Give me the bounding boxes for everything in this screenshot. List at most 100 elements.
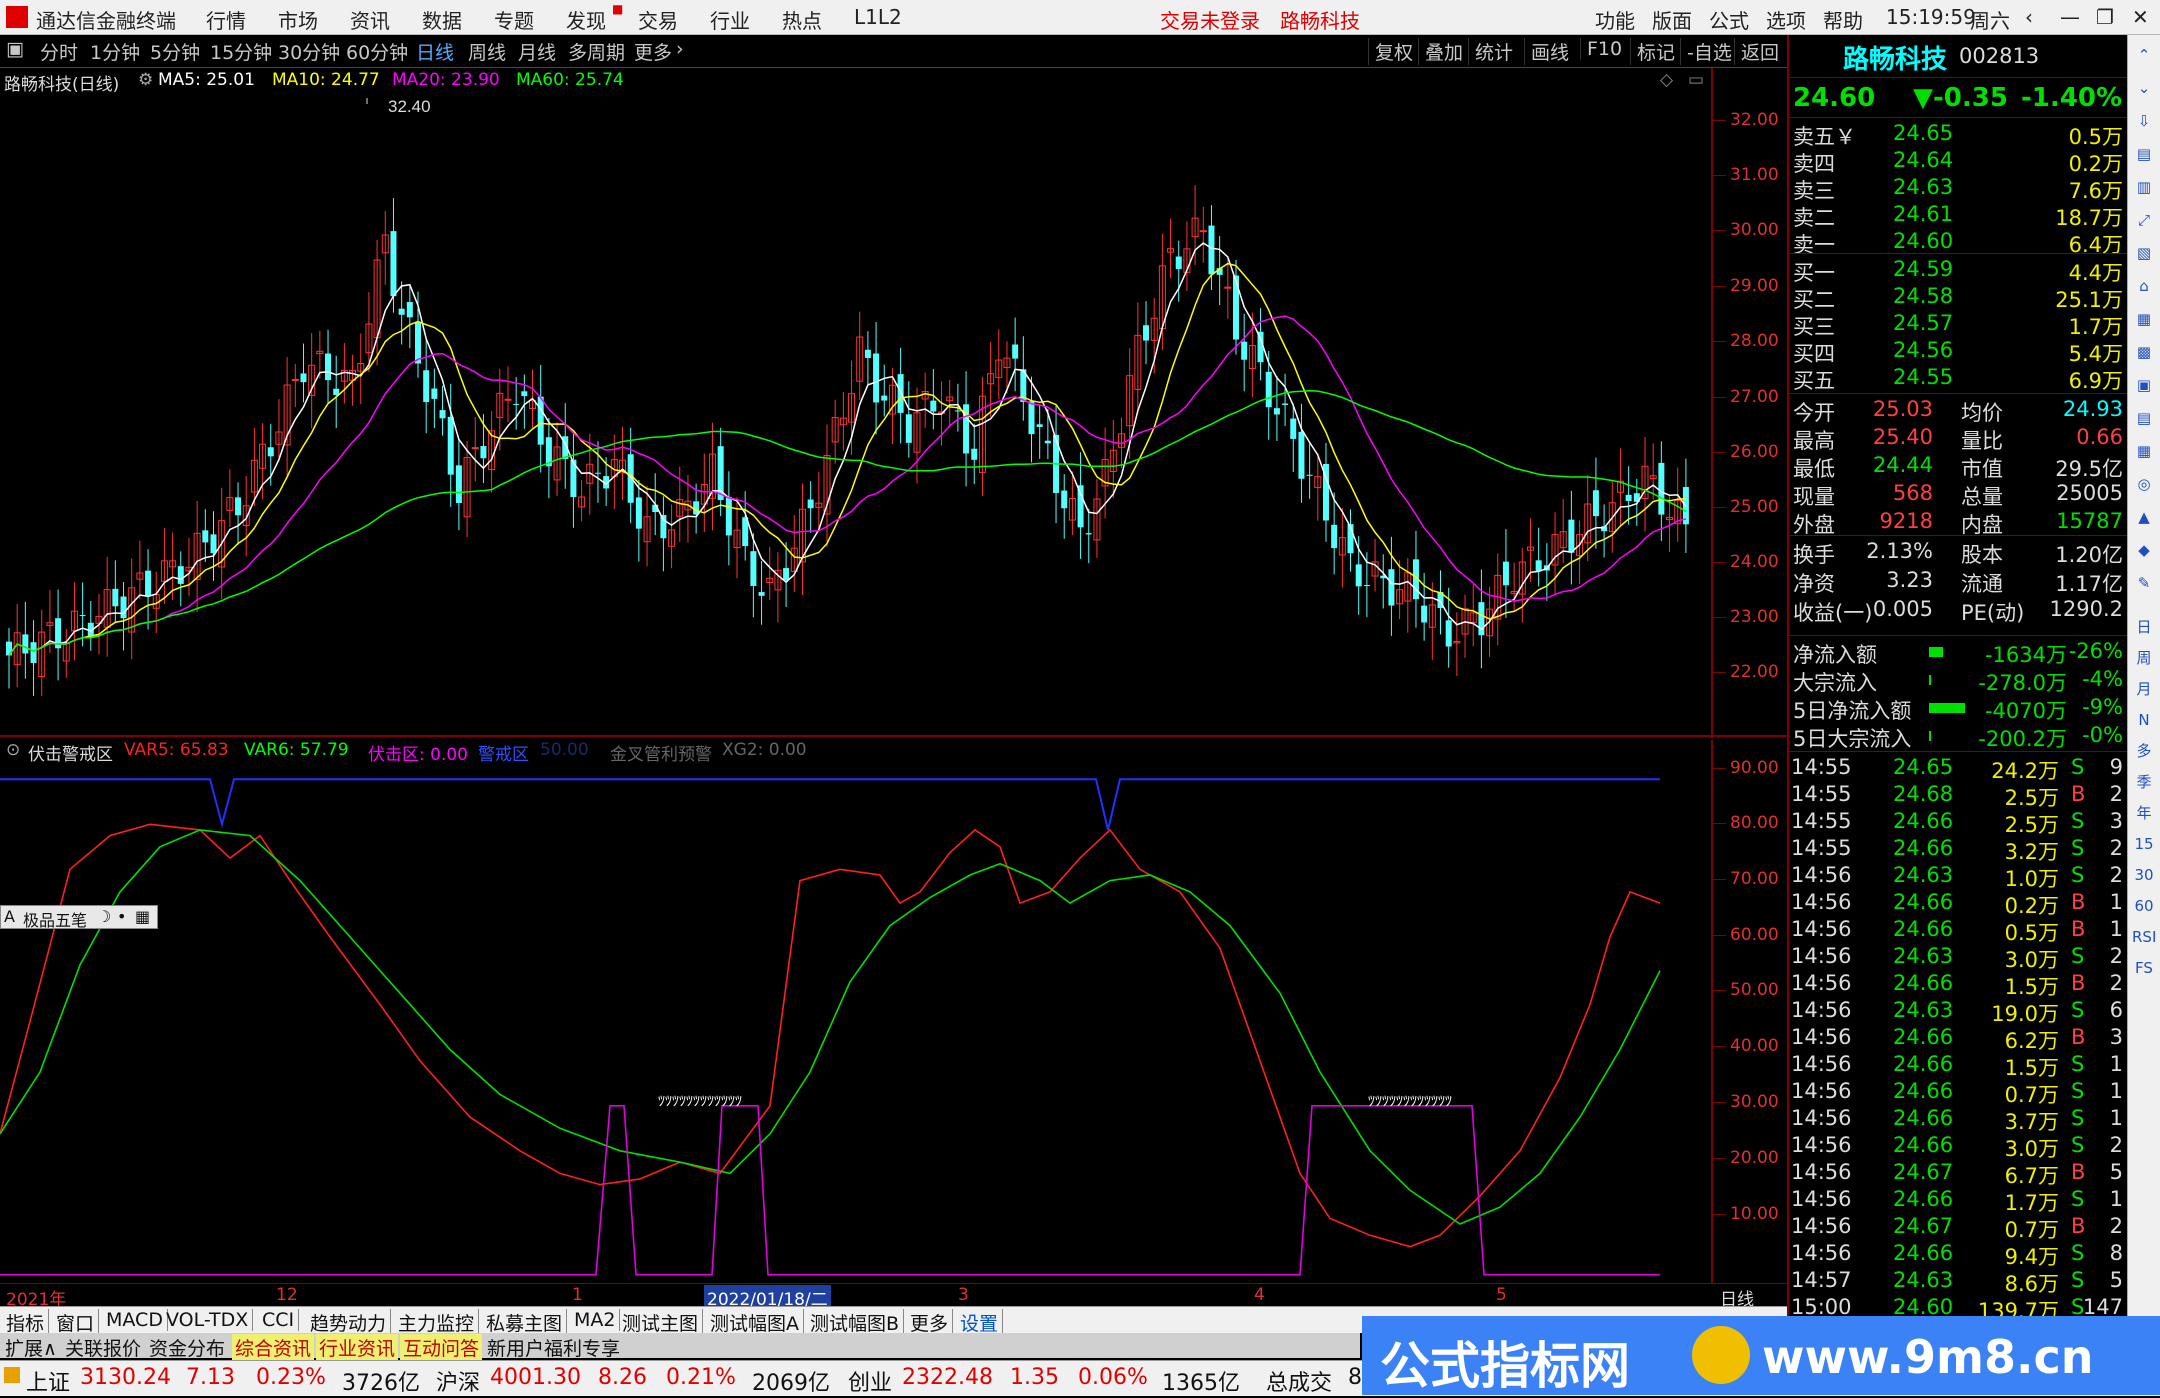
period-30min[interactable]: 30分钟 (278, 38, 340, 65)
menu-xuanxiang[interactable]: 选项 (1766, 5, 1806, 34)
tool-icon[interactable]: ⇩ (2132, 109, 2156, 133)
period-60min[interactable]: 60分钟 (346, 38, 408, 65)
period-monthly[interactable]: 月线 (518, 38, 556, 65)
tool-icon[interactable]: ▤ (2132, 406, 2156, 430)
btn-zixuan[interactable]: -自选 (1680, 38, 1732, 65)
tick-price: 24.63 (1893, 944, 1954, 968)
idx2-name[interactable]: 沪深 (436, 1365, 480, 1397)
info-tab[interactable]: 资金分布 (146, 1334, 228, 1361)
tool-icon[interactable]: ▩ (2132, 340, 2156, 364)
info-tab[interactable]: 行业资讯 (316, 1334, 399, 1361)
menu-gongshi[interactable]: 公式 (1709, 5, 1749, 34)
period-multi[interactable]: 多周期 (568, 38, 625, 65)
idx3-name[interactable]: 创业 (848, 1365, 892, 1397)
trade-login-status[interactable]: 交易未登录 (1160, 5, 1260, 34)
tool-icon[interactable]: ⌄ (2132, 76, 2156, 100)
side-period-btn[interactable]: 周 (2132, 646, 2156, 670)
candlestick-chart[interactable]: 32.40 (0, 68, 1787, 738)
side-period-btn[interactable]: 日 (2132, 615, 2156, 639)
tick-count: 2 (2109, 971, 2123, 995)
alert-icon[interactable] (4, 1367, 20, 1383)
tool-icon[interactable]: ▧ (2132, 241, 2156, 265)
ime-toolbar[interactable]: A 极品五笔 ☽ • ▦ (0, 905, 158, 930)
btn-f10[interactable]: F10 (1580, 38, 1622, 60)
menu-shichang[interactable]: 市场 (278, 5, 318, 34)
tool-icon[interactable]: ✎ (2132, 571, 2156, 595)
tool-icon[interactable]: ▥ (2132, 175, 2156, 199)
period-1min[interactable]: 1分钟 (90, 38, 140, 65)
period-15min[interactable]: 15分钟 (210, 38, 272, 65)
indicator-tab[interactable]: MA2 (570, 1309, 621, 1331)
indicator-tab[interactable]: 测试幅图B (806, 1309, 905, 1336)
tick-count: 2 (2109, 863, 2123, 887)
menu-zixun[interactable]: 资讯 (350, 5, 390, 34)
tool-icon[interactable]: ▦ (2132, 439, 2156, 463)
menu-zhuanti[interactable]: 专题 (494, 5, 534, 34)
btn-tongji[interactable]: 统计 (1468, 38, 1513, 65)
tool-icon[interactable]: ◆ (2132, 538, 2156, 562)
indicator-tab[interactable]: 测试主图 (618, 1309, 704, 1336)
btn-huaxian[interactable]: 画线 (1524, 38, 1569, 65)
info-tab[interactable]: 新用户福利专享 (484, 1334, 623, 1361)
indicator-tab[interactable]: CCI (258, 1309, 300, 1331)
indicator-tab[interactable]: 趋势动力 (306, 1309, 392, 1336)
menu-banmian[interactable]: 版面 (1652, 5, 1692, 34)
indicator-tab[interactable]: 窗口 (52, 1309, 100, 1336)
indicator-tab[interactable]: 私募主图 (482, 1309, 568, 1336)
side-period-btn[interactable]: 月 (2132, 677, 2156, 701)
menu-faxian[interactable]: 发现 (566, 5, 606, 34)
side-period-btn[interactable]: 60 (2132, 894, 2156, 918)
tool-icon[interactable]: ▦ (2132, 307, 2156, 331)
side-period-btn[interactable]: N (2132, 708, 2156, 732)
indicator-tab[interactable]: 测试幅图A (706, 1309, 804, 1336)
indicator-tab[interactable]: 主力监控 (394, 1309, 480, 1336)
idx1-name[interactable]: 上证 (26, 1365, 70, 1397)
indicator-tab[interactable]: VOL-TDX (162, 1309, 254, 1331)
tool-icon[interactable]: ▣ (2132, 373, 2156, 397)
side-period-btn[interactable]: 季 (2132, 770, 2156, 794)
period-5min[interactable]: 5分钟 (150, 38, 200, 65)
side-period-btn[interactable]: RSI (2132, 925, 2156, 949)
menu-redian[interactable]: 热点 (782, 5, 822, 34)
period-daily[interactable]: 日线 (416, 38, 454, 65)
side-period-btn[interactable]: 多 (2132, 739, 2156, 763)
side-period-btn[interactable]: 年 (2132, 801, 2156, 825)
menu-jiaoyi[interactable]: 交易 (638, 5, 678, 34)
tool-icon[interactable]: ▲ (2132, 505, 2156, 529)
tool-icon[interactable]: ⤢ (2132, 208, 2156, 232)
info-tab[interactable]: 互动问答 (400, 1334, 483, 1361)
indicator-chart[interactable]: ﾂﾂﾂﾂﾂﾂﾂﾂﾂﾂﾂﾂ ﾂﾂﾂﾂﾂﾂﾂﾂﾂﾂﾂﾂ (0, 740, 1787, 1285)
indicator-tab[interactable]: 指标 (2, 1309, 50, 1336)
info-tab[interactable]: 扩展∧ (2, 1334, 60, 1361)
menu-shuju[interactable]: 数据 (422, 5, 462, 34)
side-period-btn[interactable]: 15 (2132, 832, 2156, 856)
btn-biaoji[interactable]: 标记 (1630, 38, 1675, 65)
side-period-btn[interactable]: FS (2132, 956, 2156, 980)
minimize-icon[interactable]: — (2060, 5, 2080, 29)
close-icon[interactable]: ✕ (2132, 5, 2149, 29)
tool-icon[interactable]: ▤ (2132, 142, 2156, 166)
btn-diejia[interactable]: 叠加 (1418, 38, 1463, 65)
period-more[interactable]: 更多 (634, 38, 672, 65)
layout-icon[interactable]: ▣ (6, 38, 24, 60)
menu-bangzhu[interactable]: 帮助 (1823, 5, 1863, 34)
btn-fuquan[interactable]: 复权 (1368, 38, 1413, 65)
menu-hangye[interactable]: 行业 (710, 5, 750, 34)
indicator-tab[interactable]: 更多 (906, 1309, 954, 1336)
period-fenshi[interactable]: 分时 (40, 38, 78, 65)
indicator-tab[interactable]: MACD (102, 1309, 168, 1331)
tool-icon[interactable]: ⌂ (2132, 274, 2156, 298)
restore-icon[interactable]: ❐ (2096, 5, 2114, 29)
info-tab[interactable]: 关联报价 (62, 1334, 144, 1361)
tool-icon[interactable]: ⌃ (2132, 43, 2156, 67)
period-weekly[interactable]: 周线 (468, 38, 506, 65)
side-period-btn[interactable]: 30 (2132, 863, 2156, 887)
menu-l1l2[interactable]: L1L2 (854, 5, 902, 29)
indicator-tab[interactable]: 设置 (956, 1309, 1004, 1336)
menu-gongneng[interactable]: 功能 (1595, 5, 1635, 34)
info-tab[interactable]: 综合资讯 (232, 1334, 315, 1361)
btn-fanhui[interactable]: 返回 (1734, 38, 1779, 65)
back-icon[interactable]: ‹ (2025, 5, 2033, 29)
tool-icon[interactable]: ◎ (2132, 472, 2156, 496)
menu-hangqing[interactable]: 行情 (206, 5, 246, 34)
